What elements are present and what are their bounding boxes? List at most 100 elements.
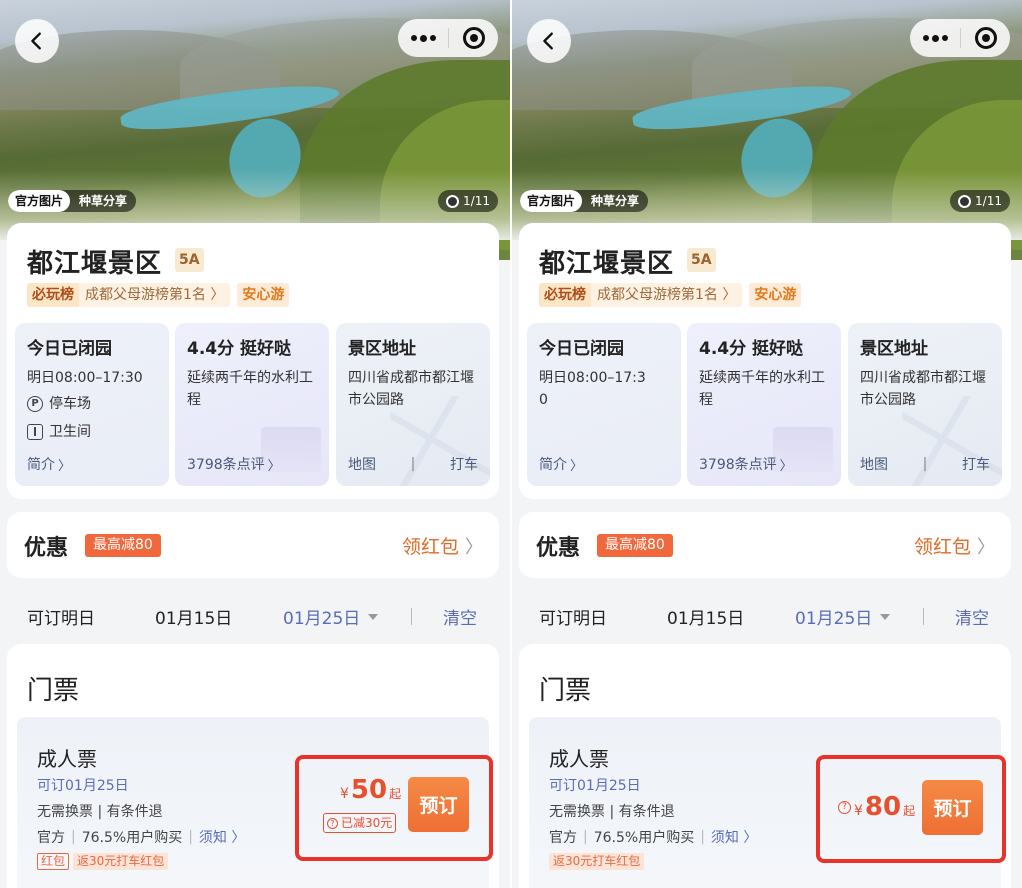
map-link[interactable]: 地图 — [860, 454, 888, 474]
tomorrow-hours-line2: 0 — [539, 392, 548, 408]
target-icon — [974, 27, 997, 49]
tickets-section-title: 门票 — [27, 676, 80, 706]
taxi-cashback-tag: 返30元打车红包 — [549, 853, 645, 870]
parking-row: P 停车场 — [27, 391, 157, 417]
level-badge: 5A — [175, 248, 204, 272]
promo-badge: 最高减80 — [85, 534, 161, 557]
red-packet-tag: 红包 — [37, 853, 70, 870]
rating-score: 4.4分 挺好哒 — [699, 339, 804, 359]
hours-box[interactable]: 今日已闭园 明日08:00–17:3 0 简介〉 — [527, 323, 681, 486]
chevron-right-icon: 〉 — [58, 458, 72, 474]
rating-box[interactable]: 4.4分 挺好哒 延续两千年的水利工程 3798条点评〉 — [687, 323, 841, 486]
rating-box[interactable]: 4.4分 挺好哒 延续两千年的水利工程 3798条点评〉 — [175, 323, 329, 486]
ticket-policy: 无需换票 | 有条件退 — [549, 804, 675, 820]
rank-row[interactable]: 必玩榜 成都父母游榜第1名 〉 安心游 — [27, 283, 290, 307]
highlight-box — [816, 755, 1006, 863]
rank-tag: 必玩榜 — [539, 283, 591, 307]
map-link[interactable]: 地图 — [348, 454, 376, 474]
date-tomorrow[interactable]: 可订明日 — [539, 604, 607, 629]
get-coupon-link[interactable]: 领红包〉 — [402, 532, 483, 559]
address-text: 四川省成都市都江堰市公园路 — [348, 370, 474, 408]
photo-counter-text: 1/11 — [463, 194, 490, 208]
photo-tabs: 官方图片 种草分享 — [8, 190, 137, 212]
ticket-tags: 返30元打车红包 — [549, 853, 645, 870]
caret-down-icon — [368, 613, 379, 620]
ticket-meta: 官方 | 76.5%用户购买 | 须知 〉 — [37, 827, 246, 847]
ticket-buy-rate: 76.5%用户购买 — [81, 830, 183, 846]
intro-link[interactable]: 简介〉 — [539, 454, 669, 474]
reviews-label: 3798条点评 — [187, 457, 265, 473]
photo-counter[interactable]: 1/11 — [438, 190, 498, 212]
clear-button[interactable]: 清空 — [443, 604, 477, 629]
ticket-notice-link[interactable]: 须知 〉 — [199, 827, 245, 847]
safe-tour-tag[interactable]: 安心游 — [237, 283, 290, 307]
date-option[interactable]: 01月15日 — [667, 604, 744, 629]
tickets-section-title: 门票 — [539, 676, 592, 706]
more-button[interactable] — [398, 19, 448, 57]
get-coupon-label: 领红包 — [401, 536, 459, 558]
back-button[interactable] — [15, 19, 59, 63]
reviews-link[interactable]: 3798条点评〉 — [187, 454, 317, 474]
tab-official-photos[interactable]: 官方图片 — [8, 190, 71, 212]
taxi-link[interactable]: 打车 — [962, 454, 990, 474]
more-button[interactable] — [910, 19, 960, 57]
promo-card[interactable]: 优惠 最高减80 领红包〉 — [7, 512, 499, 578]
ticket-tags: 红包 返30元打车红包 — [37, 853, 169, 870]
date-selected[interactable]: 01月25日 — [795, 604, 891, 629]
intro-link[interactable]: 简介〉 — [27, 454, 157, 474]
ticket-notice-link[interactable]: 须知 〉 — [711, 827, 757, 847]
intro-label: 简介 — [539, 457, 567, 473]
hours-box[interactable]: 今日已闭园 明日08:00–17:30 P 停车场 卫生间 简介〉 — [15, 323, 169, 486]
miniapp-capsule — [910, 19, 1010, 57]
address-box[interactable]: 景区地址 四川省成都市都江堰市公园路 地图 | 打车 — [336, 323, 490, 486]
promo-label: 优惠 — [536, 536, 581, 561]
get-coupon-label: 领红包 — [913, 536, 971, 558]
ticket-name: 成人票 — [549, 747, 609, 771]
scenic-page-right: 官方图片 种草分享 1/11 都江堰景区 5A 必玩榜 成都父母游榜第1名 〉 … — [512, 0, 1022, 888]
promo-card[interactable]: 优惠 最高减80 领红包〉 — [519, 512, 1011, 578]
rank-row[interactable]: 必玩榜 成都父母游榜第1名 〉 安心游 — [539, 283, 802, 307]
address-box[interactable]: 景区地址 四川省成都市都江堰市公园路 地图 | 打车 — [848, 323, 1002, 486]
rating-desc: 延续两千年的水利工程 — [699, 370, 825, 408]
page-title: 都江堰景区 — [27, 249, 163, 279]
safe-tour-tag[interactable]: 安心游 — [749, 283, 802, 307]
rank-text[interactable]: 成都父母游榜第1名 〉 — [591, 283, 743, 307]
reviews-link[interactable]: 3798条点评〉 — [699, 454, 829, 474]
promo-label: 优惠 — [24, 536, 69, 561]
date-selected-label: 01月25日 — [795, 609, 873, 629]
target-icon — [462, 27, 485, 49]
ticket-buy-rate: 76.5%用户购买 — [593, 830, 695, 846]
close-miniapp-button[interactable] — [961, 19, 1010, 57]
intro-label: 简介 — [27, 457, 55, 473]
tab-user-shares[interactable]: 种草分享 — [582, 190, 648, 212]
chevron-left-icon — [31, 32, 41, 50]
promo-badge: 最高减80 — [597, 534, 673, 557]
address-actions: 地图 | 打车 — [860, 454, 990, 474]
taxi-link[interactable]: 打车 — [450, 454, 478, 474]
clear-button[interactable]: 清空 — [955, 604, 989, 629]
date-selector: 可订明日 01月15日 01月25日 清空 — [519, 600, 1011, 630]
close-miniapp-button[interactable] — [449, 19, 498, 57]
parking-icon: P — [27, 396, 43, 412]
photo-counter[interactable]: 1/11 — [950, 190, 1010, 212]
reviews-label: 3798条点评 — [699, 457, 777, 473]
toilet-icon — [27, 424, 43, 440]
tab-official-photos[interactable]: 官方图片 — [520, 190, 583, 212]
chevron-right-icon: 〉 — [465, 536, 483, 558]
back-button[interactable] — [527, 19, 571, 63]
open-status: 今日已闭园 — [539, 339, 624, 359]
miniapp-capsule — [398, 19, 498, 57]
date-selector: 可订明日 01月15日 01月25日 清空 — [7, 600, 499, 630]
ticket-source: 官方 — [549, 830, 577, 846]
photo-counter-text: 1/11 — [975, 194, 1002, 208]
rank-text[interactable]: 成都父母游榜第1名 〉 — [79, 283, 231, 307]
date-tomorrow[interactable]: 可订明日 — [27, 604, 95, 629]
date-selected[interactable]: 01月25日 — [283, 604, 379, 629]
tab-user-shares[interactable]: 种草分享 — [70, 190, 136, 212]
ticket-availability: 可订01月25日 — [37, 778, 129, 794]
address-actions: 地图 | 打车 — [348, 454, 478, 474]
date-option[interactable]: 01月15日 — [155, 604, 232, 629]
rating-desc: 延续两千年的水利工程 — [187, 370, 313, 408]
chevron-right-icon: 〉 — [570, 458, 584, 474]
get-coupon-link[interactable]: 领红包〉 — [914, 532, 995, 559]
